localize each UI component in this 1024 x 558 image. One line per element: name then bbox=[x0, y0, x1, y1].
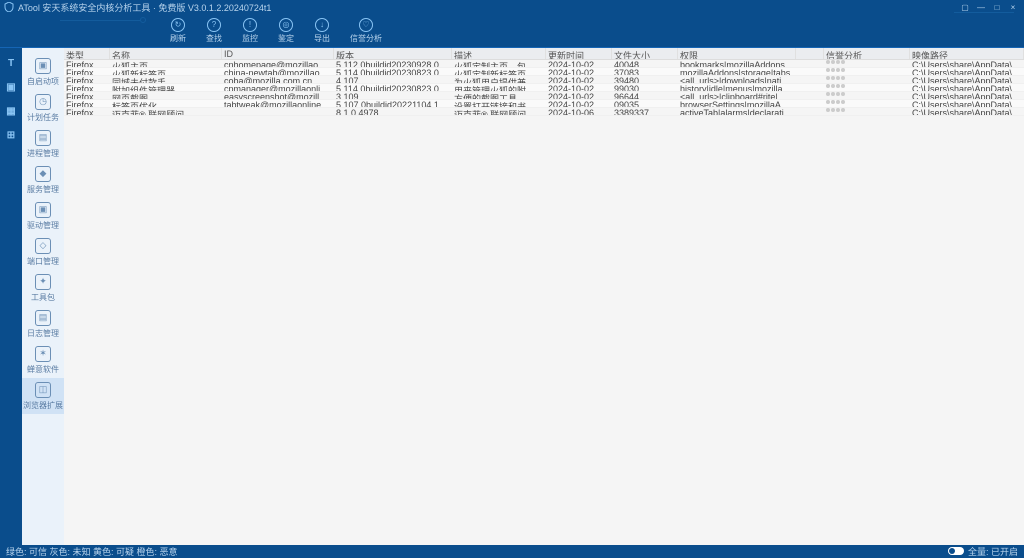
clock-icon: ◷ bbox=[35, 94, 51, 110]
window-title: ATool 安天系统安全内核分析工具 · 免费版 V3.0.1.2.202407… bbox=[18, 1, 958, 14]
verify-icon: ◎ bbox=[279, 18, 293, 32]
shield-icon: ♡ bbox=[359, 18, 373, 32]
bug-icon: ✶ bbox=[35, 346, 51, 362]
toolbar-refresh-button[interactable]: ↻刷新 bbox=[170, 18, 186, 44]
iconbar-grid-button[interactable]: ▦ bbox=[4, 104, 18, 118]
sidebar-item-service[interactable]: ◆服务管理 bbox=[22, 162, 64, 198]
window-close-button[interactable]: × bbox=[1006, 2, 1020, 12]
col-desc[interactable]: 描述 bbox=[452, 48, 546, 59]
col-type[interactable]: 类型 bbox=[64, 48, 110, 59]
toolbar-verify-button[interactable]: ◎鉴定 bbox=[278, 18, 294, 44]
table-row[interactable]: Firefox同城未付款手coba@mozilla.com.cn4.107为火狐… bbox=[64, 76, 1024, 84]
process-icon: ▤ bbox=[35, 130, 51, 146]
app-logo-icon bbox=[4, 2, 14, 12]
extension-icon: ◫ bbox=[35, 382, 51, 398]
col-path[interactable]: 映像路径 bbox=[910, 48, 1024, 59]
left-iconbar: T ▣ ▦ ⊞ bbox=[0, 48, 22, 545]
sidebar-item-browser-ext[interactable]: ◫浏览器扩展 bbox=[22, 378, 64, 414]
col-reputation[interactable]: 信誉分析 bbox=[824, 48, 910, 59]
toolbar-find-button[interactable]: ?查找 bbox=[206, 18, 222, 44]
window-maximize-button[interactable]: □ bbox=[990, 2, 1004, 12]
status-bar: 绿色: 可信 灰色: 未知 黄色: 可疑 橙色: 恶意 全量: 已开启 bbox=[0, 545, 1024, 557]
table-header: 类型 名称 ID 版本 描述 更新时间 文件大小 权限 信誉分析 映像路径 bbox=[64, 48, 1024, 60]
sidebar-item-process[interactable]: ▤进程管理 bbox=[22, 126, 64, 162]
sidebar-item-driver[interactable]: ▣驱动管理 bbox=[22, 198, 64, 234]
reputation-dots bbox=[824, 108, 910, 115]
sidebar: ▣自启动项 ◷计划任务 ▤进程管理 ◆服务管理 ▣驱动管理 ◇端口管理 ✦工具包… bbox=[22, 48, 64, 545]
reputation-dots bbox=[824, 84, 910, 91]
iconbar-panel-button[interactable]: ▣ bbox=[4, 80, 18, 94]
table-row[interactable]: Firefox火狐新标签页china-newtab@mozillaonline.… bbox=[64, 68, 1024, 76]
iconbar-text-button[interactable]: T bbox=[4, 56, 18, 70]
table-row[interactable]: Firefox火狐主页cnhomepage@mozillaonline.com5… bbox=[64, 60, 1024, 68]
iconbar-apps-button[interactable]: ⊞ bbox=[4, 128, 18, 142]
col-perm[interactable]: 权限 bbox=[678, 48, 796, 59]
log-icon: ▤ bbox=[35, 310, 51, 326]
find-icon: ? bbox=[207, 18, 221, 32]
reputation-dots bbox=[824, 100, 910, 107]
refresh-icon: ↻ bbox=[171, 18, 185, 32]
window-minimize-button[interactable]: — bbox=[974, 2, 988, 12]
fullmode-label: 全量: 已开启 bbox=[968, 545, 1018, 558]
col-version[interactable]: 版本 bbox=[334, 48, 452, 59]
toolbar-export-button[interactable]: ↓导出 bbox=[314, 18, 330, 44]
toolbar: ↻刷新 ?查找 !监控 ◎鉴定 ↓导出 ♡信誉分析 bbox=[0, 14, 1024, 48]
col-updated[interactable]: 更新时间 bbox=[546, 48, 612, 59]
fullmode-toggle[interactable] bbox=[948, 547, 964, 555]
autostart-icon: ▣ bbox=[35, 58, 51, 74]
window-extra-button[interactable]: ▢ bbox=[958, 2, 972, 12]
content-panel: 类型 名称 ID 版本 描述 更新时间 文件大小 权限 信誉分析 映像路径 Fi… bbox=[64, 48, 1024, 545]
table-body[interactable]: Firefox火狐主页cnhomepage@mozillaonline.com5… bbox=[64, 60, 1024, 545]
reputation-dots bbox=[824, 76, 910, 83]
reputation-dots bbox=[824, 68, 910, 75]
table-row[interactable]: Firefox迈克菲® 联网顾问8.1.0.4978迈克菲® 联网顾问2024-… bbox=[64, 108, 1024, 116]
table-row[interactable]: Firefox网页截图easyscreenshot@mozillaonline.… bbox=[64, 92, 1024, 100]
col-size[interactable]: 文件大小 bbox=[612, 48, 678, 59]
toolbar-reputation-button[interactable]: ♡信誉分析 bbox=[350, 18, 382, 44]
reputation-dots bbox=[824, 92, 910, 99]
status-legend: 绿色: 可信 灰色: 未知 黄色: 可疑 橙色: 恶意 bbox=[6, 545, 178, 558]
driver-icon: ▣ bbox=[35, 202, 51, 218]
sidebar-item-port[interactable]: ◇端口管理 bbox=[22, 234, 64, 270]
col-id[interactable]: ID bbox=[222, 48, 334, 59]
table-row[interactable]: Firefox附加组件管理器cpmanager@mozillaonline.co… bbox=[64, 84, 1024, 92]
sidebar-item-scheduled[interactable]: ◷计划任务 bbox=[22, 90, 64, 126]
toolkit-icon: ✦ bbox=[35, 274, 51, 290]
sidebar-item-autostart[interactable]: ▣自启动项 bbox=[22, 54, 64, 90]
sidebar-item-malware[interactable]: ✶蝉意软件 bbox=[22, 342, 64, 378]
toolbar-monitor-button[interactable]: !监控 bbox=[242, 18, 258, 44]
sidebar-item-log[interactable]: ▤日志管理 bbox=[22, 306, 64, 342]
export-icon: ↓ bbox=[315, 18, 329, 32]
sidebar-item-toolkit[interactable]: ✦工具包 bbox=[22, 270, 64, 306]
reputation-dots bbox=[824, 60, 910, 67]
service-icon: ◆ bbox=[35, 166, 51, 182]
port-icon: ◇ bbox=[35, 238, 51, 254]
monitor-icon: ! bbox=[243, 18, 257, 32]
col-name[interactable]: 名称 bbox=[110, 48, 222, 59]
table-row[interactable]: Firefox标签页优化tabtweak@mozillaonline.com5.… bbox=[64, 100, 1024, 108]
